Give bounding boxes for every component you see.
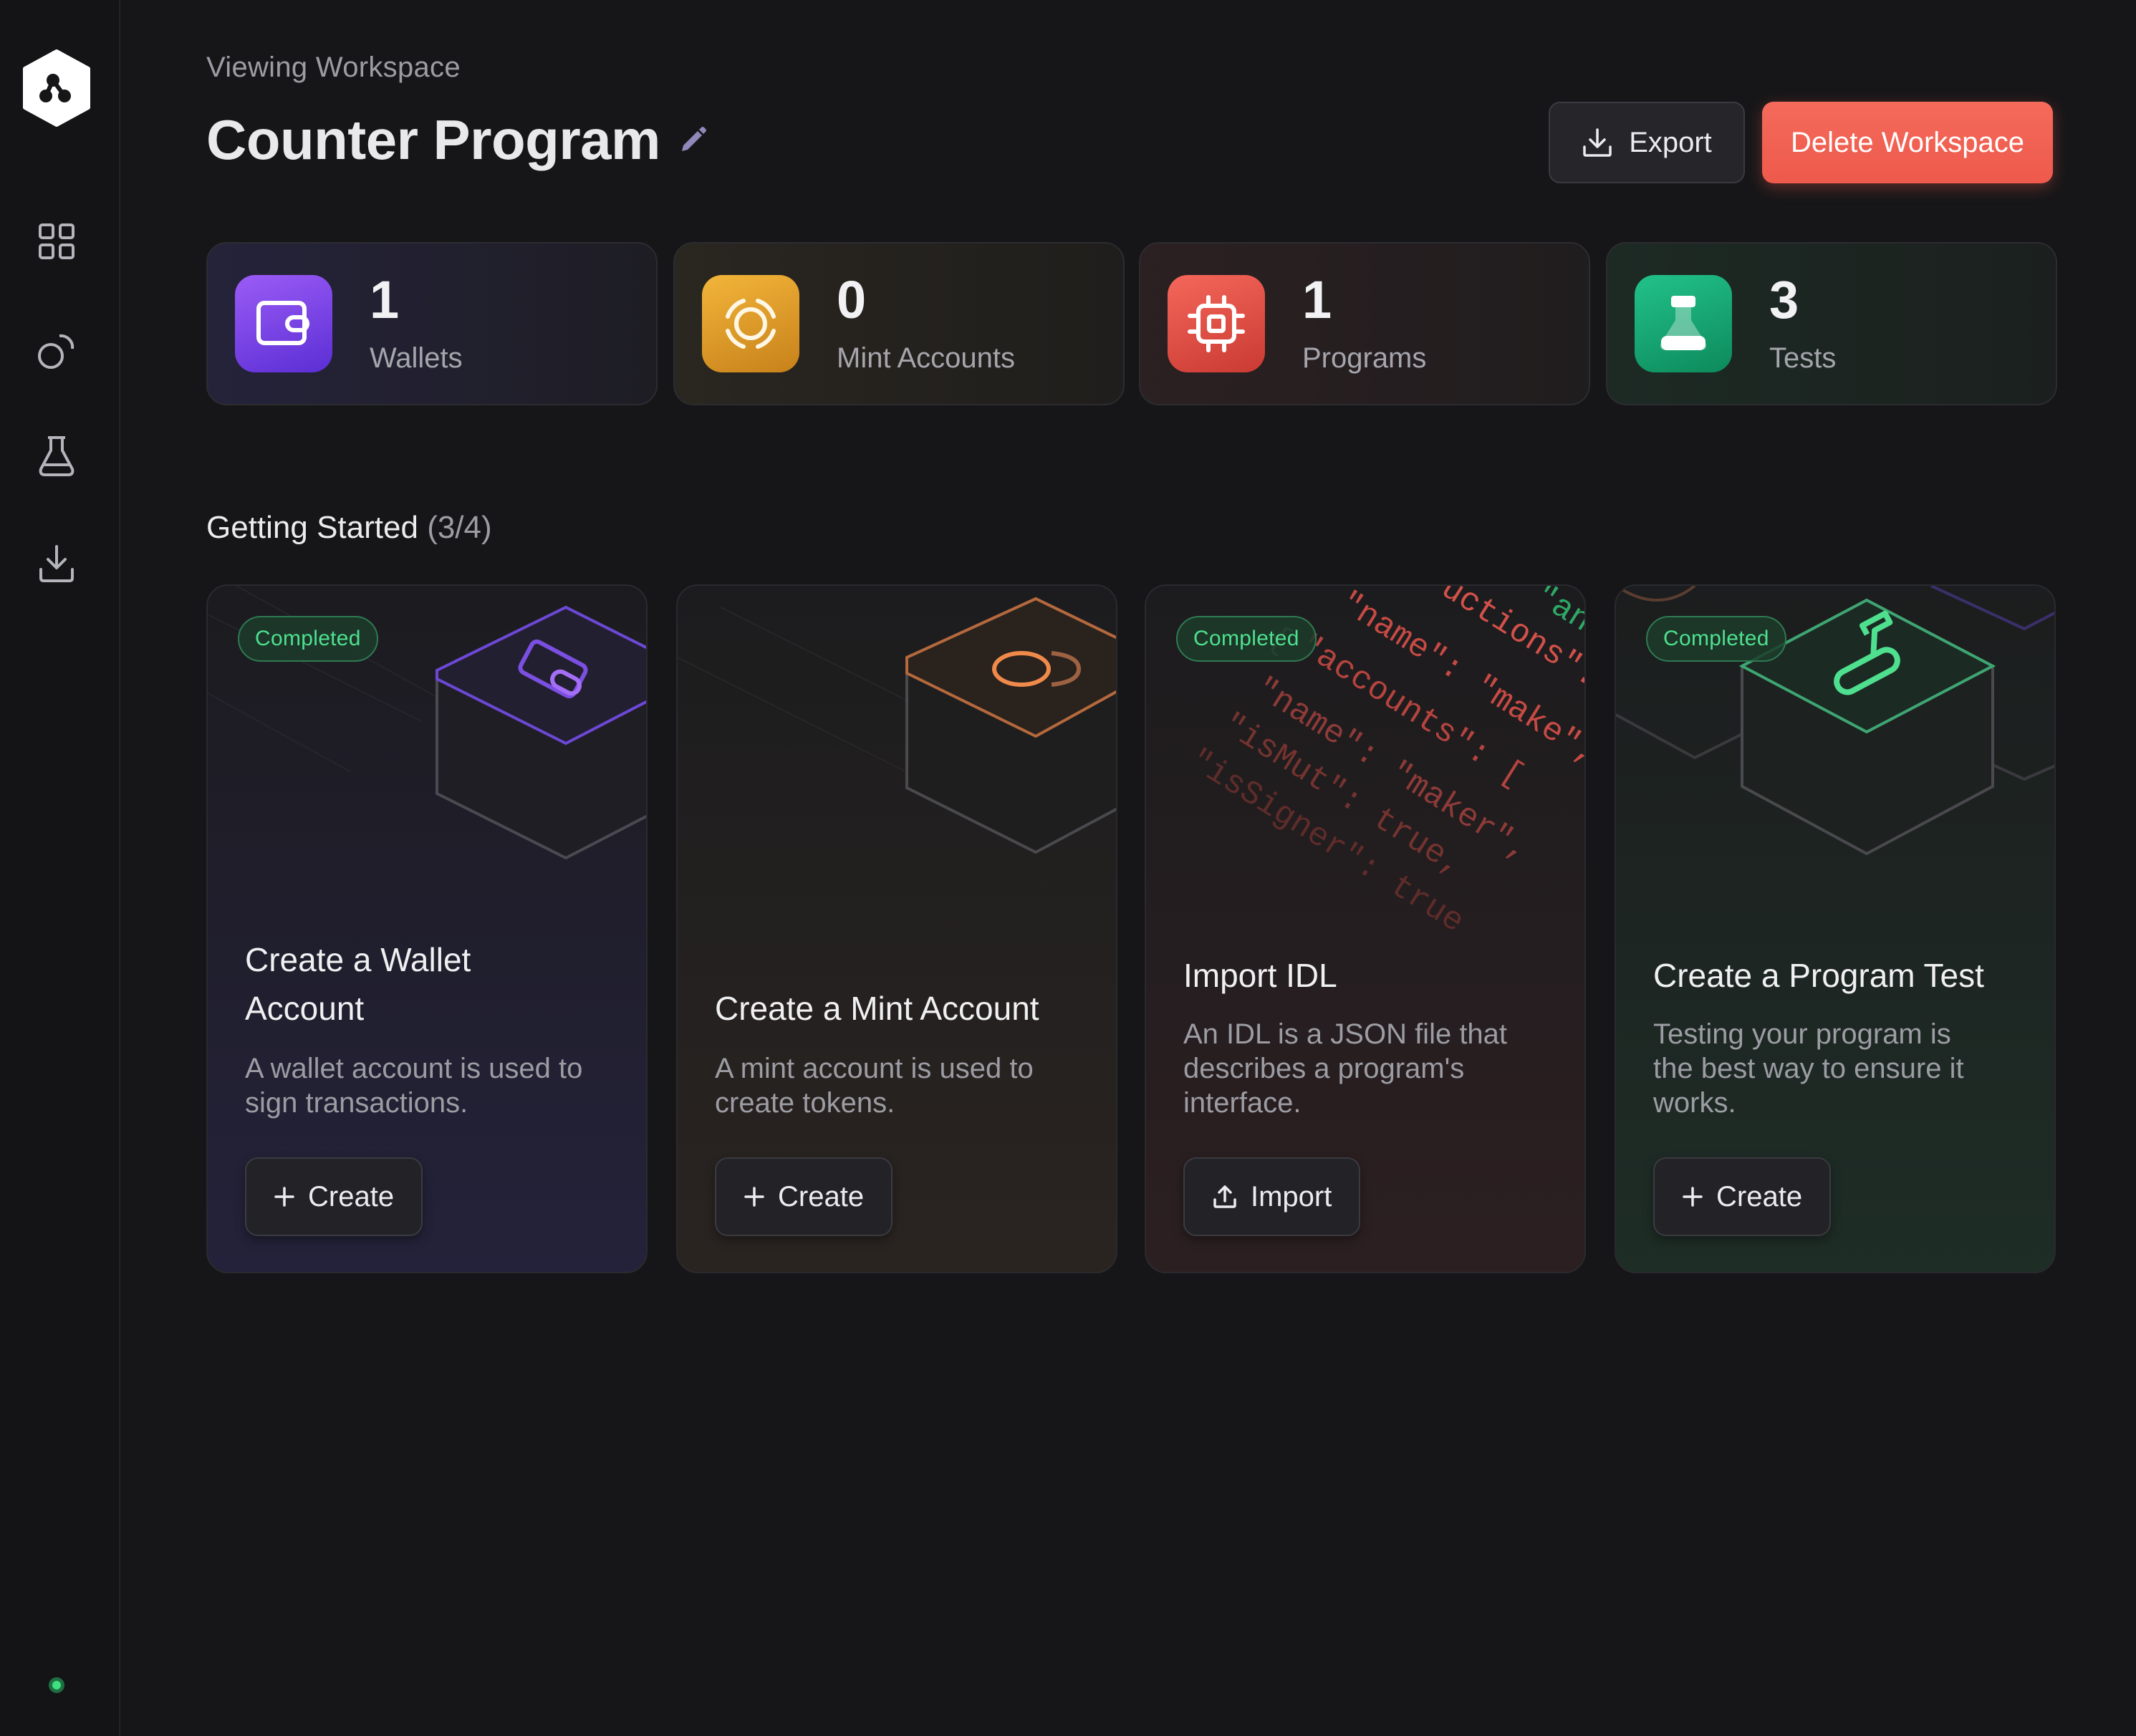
stat-card-mint-accounts[interactable]: 0 Mint Accounts: [673, 242, 1125, 405]
mint-cube-illustration: [678, 597, 1116, 854]
export-button[interactable]: Export: [1549, 102, 1745, 183]
dashboard-grid-icon[interactable]: [32, 216, 82, 266]
task-card-create-test: Completed Create a Program Test Testing …: [1615, 584, 2056, 1273]
task-card-create-mint: Create a Mint Account A mint account is …: [676, 584, 1117, 1273]
stat-label: Programs: [1302, 342, 1427, 374]
card-description: An IDL is a JSON file that describes a p…: [1183, 1017, 1570, 1120]
card-desc-line: sign transactions.: [245, 1087, 468, 1119]
coin-icon[interactable]: [32, 325, 82, 375]
stat-text: 0 Mint Accounts: [837, 269, 1016, 375]
card-desc-line: works.: [1653, 1087, 1736, 1119]
stat-text: 3 Tests: [1769, 269, 1837, 375]
card-desc-line: Testing your program is: [1653, 1018, 1951, 1050]
stat-label: Tests: [1769, 342, 1837, 374]
button-label: Create: [308, 1180, 395, 1212]
mint-coin-icon: [702, 275, 799, 372]
card-title: Import IDL: [1183, 957, 1337, 994]
card-desc-line: A mint account is used to: [715, 1053, 1034, 1084]
card-desc-line: describes a program's: [1183, 1053, 1465, 1084]
card-desc-line: interface.: [1183, 1087, 1302, 1119]
flask-icon[interactable]: [32, 431, 82, 481]
download-icon: [1583, 128, 1612, 157]
stat-value: 1: [370, 269, 400, 329]
flask-icon: [1635, 275, 1732, 372]
upload-icon: [1213, 1185, 1236, 1208]
delete-workspace-button[interactable]: Delete Workspace: [1762, 102, 2053, 183]
sidebar: [0, 0, 120, 1736]
plus-icon: [1683, 1187, 1703, 1207]
stat-card-tests[interactable]: 3 Tests: [1606, 242, 2057, 405]
card-title: Create a Program Test: [1653, 957, 1984, 994]
card-desc-line: the best way to ensure it: [1653, 1053, 1964, 1084]
card-desc-line: A wallet account is used to: [245, 1053, 583, 1084]
completed-badge: Completed: [238, 616, 378, 662]
card-title-line: Account: [245, 990, 365, 1027]
stat-text: 1 Programs: [1302, 269, 1427, 375]
plus-icon: [274, 1187, 294, 1207]
connection-status-indicator: [49, 1677, 64, 1693]
button-label: Create: [778, 1180, 865, 1212]
stat-label: Mint Accounts: [837, 342, 1016, 374]
getting-started-heading: Getting Started (3/4): [206, 510, 492, 546]
create-test-button[interactable]: Create: [1653, 1157, 1832, 1236]
task-card-create-wallet: Completed Create a Wallet Account A wall…: [206, 584, 648, 1273]
task-card-import-idl: "anc uctions": [ "name": "make", "accoun…: [1145, 584, 1586, 1273]
stat-card-programs[interactable]: 1 Programs: [1139, 242, 1590, 405]
card-title-line: Create a Wallet: [245, 941, 471, 978]
card-description: A wallet account is used to sign transac…: [245, 1051, 632, 1120]
card-desc-line: An IDL is a JSON file that: [1183, 1018, 1508, 1050]
stat-card-wallets[interactable]: 1 Wallets: [206, 242, 658, 405]
app-window: Viewing Workspace Counter Program Export…: [0, 0, 2136, 1736]
create-mint-button[interactable]: Create: [715, 1157, 893, 1236]
section-title-text: Getting Started: [206, 510, 418, 545]
page-title: Counter Program: [206, 108, 660, 171]
plus-icon: [744, 1187, 764, 1207]
stat-label: Wallets: [370, 342, 463, 374]
button-label: Create: [1716, 1180, 1803, 1212]
card-description: A mint account is used to create tokens.: [715, 1051, 1102, 1120]
card-title: Create a Wallet Account: [245, 935, 471, 1033]
completed-badge: Completed: [1176, 616, 1317, 662]
import-idl-button[interactable]: Import: [1183, 1157, 1361, 1236]
card-description: Testing your program is the best way to …: [1653, 1017, 2040, 1120]
stat-value: 1: [1302, 269, 1332, 329]
stat-value: 3: [1769, 269, 1799, 329]
card-title: Create a Mint Account: [715, 990, 1039, 1027]
wallet-icon: [235, 275, 332, 372]
download-icon[interactable]: [32, 539, 82, 589]
button-label: Import: [1251, 1180, 1332, 1212]
app-logo[interactable]: [17, 49, 96, 127]
title-row: Counter Program: [206, 107, 709, 173]
stat-value: 0: [837, 269, 867, 329]
progress-count: (3/4): [427, 510, 492, 545]
card-desc-line: create tokens.: [715, 1087, 895, 1119]
chip-icon: [1168, 275, 1265, 372]
delete-workspace-label: Delete Workspace: [1790, 126, 2025, 158]
create-wallet-button[interactable]: Create: [245, 1157, 423, 1236]
page-eyebrow: Viewing Workspace: [206, 52, 461, 83]
edit-pencil-icon[interactable]: [676, 124, 709, 157]
completed-badge: Completed: [1646, 616, 1786, 662]
export-label: Export: [1629, 126, 1712, 158]
stat-text: 1 Wallets: [370, 269, 463, 375]
